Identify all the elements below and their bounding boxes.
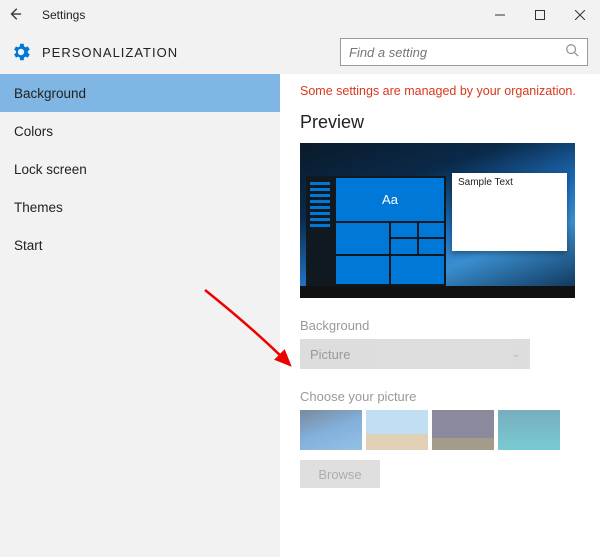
- background-dropdown: Picture ⌄: [300, 339, 530, 369]
- sidebar-item-label: Start: [14, 238, 43, 253]
- header: PERSONALIZATION: [0, 30, 600, 74]
- minimize-button[interactable]: [480, 0, 520, 30]
- choose-picture-label: Choose your picture: [300, 389, 584, 404]
- sidebar-item-background[interactable]: Background: [0, 74, 280, 112]
- browse-button: Browse: [300, 460, 380, 488]
- sidebar-item-label: Themes: [14, 200, 63, 215]
- preview-taskbar: [300, 286, 575, 298]
- preview-start-menu: Aa: [306, 176, 446, 286]
- search-box[interactable]: [340, 38, 588, 66]
- window-title: Settings: [42, 8, 480, 22]
- gear-icon: [10, 41, 32, 63]
- sidebar: Background Colors Lock screen Themes Sta…: [0, 74, 280, 557]
- sidebar-item-start[interactable]: Start: [0, 226, 280, 264]
- sample-text: Sample Text: [458, 177, 513, 188]
- chevron-down-icon: ⌄: [512, 349, 520, 360]
- preview-sample-window: Sample Text: [452, 173, 567, 251]
- background-label: Background: [300, 318, 584, 333]
- picture-thumb: [300, 410, 362, 450]
- picture-thumb: [498, 410, 560, 450]
- sidebar-item-themes[interactable]: Themes: [0, 188, 280, 226]
- sidebar-item-colors[interactable]: Colors: [0, 112, 280, 150]
- sidebar-item-lock-screen[interactable]: Lock screen: [0, 150, 280, 188]
- search-icon: [565, 43, 579, 62]
- picture-thumb: [432, 410, 494, 450]
- dropdown-value: Picture: [310, 347, 350, 362]
- org-warning: Some settings are managed by your organi…: [300, 84, 584, 98]
- picture-thumb: [366, 410, 428, 450]
- main-content: Some settings are managed by your organi…: [280, 74, 600, 557]
- search-input[interactable]: [349, 45, 565, 60]
- section-title: PERSONALIZATION: [42, 45, 340, 60]
- preview-heading: Preview: [300, 112, 584, 133]
- maximize-button[interactable]: [520, 0, 560, 30]
- back-button[interactable]: [0, 7, 30, 24]
- sidebar-item-label: Colors: [14, 124, 53, 139]
- sidebar-item-label: Lock screen: [14, 162, 87, 177]
- preview-pane: Aa Sample Text: [300, 143, 575, 298]
- picture-thumbnails: [300, 410, 584, 450]
- titlebar: Settings: [0, 0, 600, 30]
- sidebar-item-label: Background: [14, 86, 86, 101]
- preview-tile-aa: Aa: [336, 178, 444, 221]
- close-button[interactable]: [560, 0, 600, 30]
